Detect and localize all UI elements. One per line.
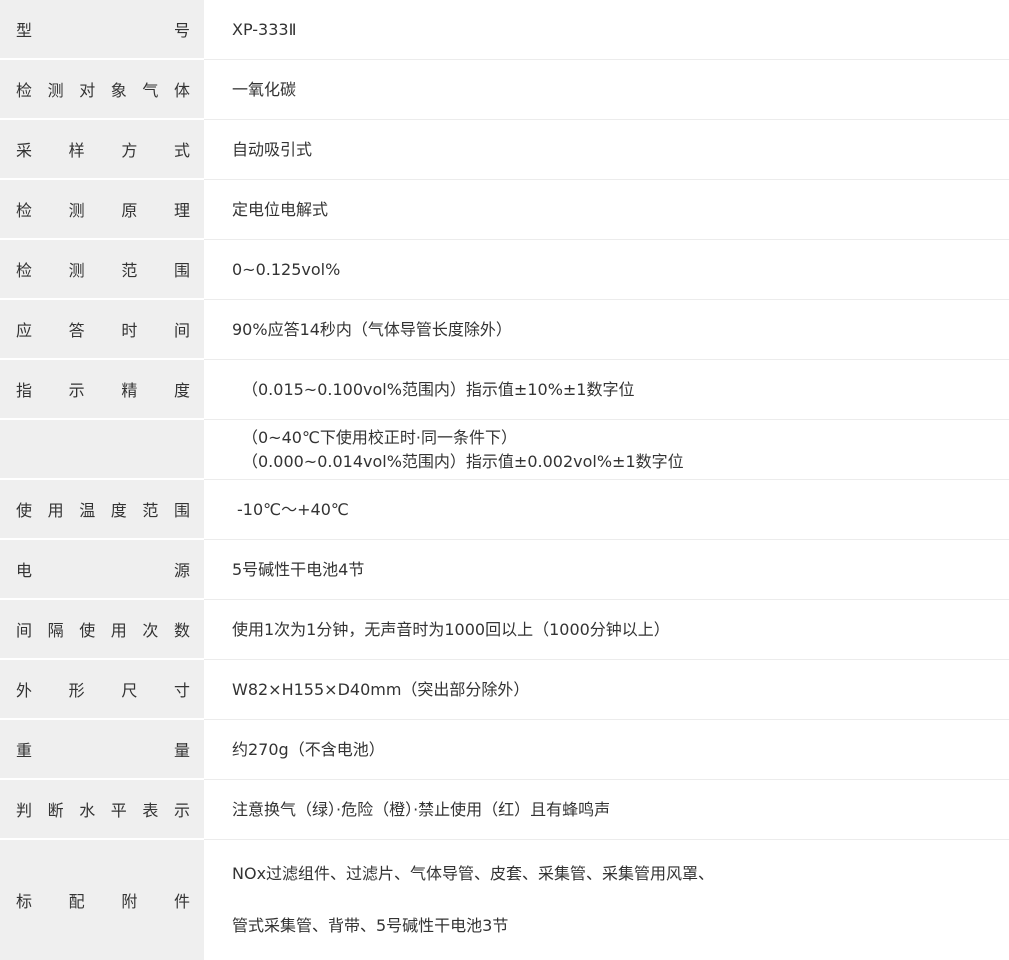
- table-row-target-gas: 检 测 对 象 气 体 一氧化碳: [0, 60, 1009, 120]
- value-cell: -10℃～+40℃: [204, 480, 1009, 540]
- label-cell: 检 测 原 理: [0, 180, 204, 240]
- label-cell: 应 答 时 间: [0, 300, 204, 360]
- value-cell: 约270g（不含电池）: [204, 720, 1009, 780]
- row-label: 标 配 附 件: [16, 892, 190, 911]
- table-row-accessories: 标 配 附 件 NOx过滤组件、过滤片、气体导管、皮套、采集管、采集管用风罩、 …: [0, 840, 1009, 960]
- spec-table: 型 号 XP-333Ⅱ 检 测 对 象 气 体 一氧化碳 采 样 方 式 自动吸…: [0, 0, 1009, 960]
- row-value: 约270g（不含电池）: [232, 739, 385, 759]
- table-row-alarm-display: 判 断 水 平 表 示 注意换气（绿）·危险（橙）·禁止使用（红）且有蜂鸣声: [0, 780, 1009, 840]
- value-cell: 一氧化碳: [204, 60, 1009, 120]
- label-cell: 检 测 范 围: [0, 240, 204, 300]
- row-label: 检 测 范 围: [16, 261, 190, 280]
- value-cell: 0~0.125vol%: [204, 240, 1009, 300]
- table-row-sampling: 采 样 方 式 自动吸引式: [0, 120, 1009, 180]
- row-label: 间 隔 使 用 次 数: [16, 621, 190, 640]
- row-value: 使用1次为1分钟，无声音时为1000回以上（1000分钟以上）: [232, 619, 670, 639]
- row-label: 重 量: [16, 741, 190, 760]
- row-value: XP-333Ⅱ: [232, 19, 297, 39]
- label-cell: 采 样 方 式: [0, 120, 204, 180]
- row-label: 检 测 对 象 气 体: [16, 81, 190, 100]
- label-cell: 使 用 温 度 范 围: [0, 480, 204, 540]
- row-label: 应 答 时 间: [16, 321, 190, 340]
- label-cell: 外 形 尺 寸: [0, 660, 204, 720]
- row-value-line-2: （0.000~0.014vol%范围内）指示值±0.002vol%±1数字位: [242, 451, 684, 471]
- value-cell: （0.015~0.100vol%范围内）指示值±10%±1数字位: [204, 360, 1009, 420]
- row-label: 检 测 原 理: [16, 201, 190, 220]
- table-row-accuracy-continued: （0~40℃下使用校正时·同一条件下） （0.000~0.014vol%范围内）…: [0, 420, 1009, 480]
- row-value: 注意换气（绿）·危险（橙）·禁止使用（红）且有蜂鸣声: [232, 799, 611, 819]
- row-label: 指 示 精 度: [16, 381, 190, 400]
- row-value: 5号碱性干电池4节: [232, 559, 365, 579]
- label-cell: 重 量: [0, 720, 204, 780]
- row-value: -10℃～+40℃: [237, 499, 349, 519]
- row-label: 采 样 方 式: [16, 141, 190, 160]
- table-row-power: 电 源 5号碱性干电池4节: [0, 540, 1009, 600]
- value-cell: 使用1次为1分钟，无声音时为1000回以上（1000分钟以上）: [204, 600, 1009, 660]
- row-value: 90%应答14秒内（气体导管长度除外）: [232, 319, 512, 339]
- label-cell: 间 隔 使 用 次 数: [0, 600, 204, 660]
- row-label: 使 用 温 度 范 围: [16, 501, 190, 520]
- label-cell: 型 号: [0, 0, 204, 60]
- value-cell: 定电位电解式: [204, 180, 1009, 240]
- row-value-line-1: NOx过滤组件、过滤片、气体导管、皮套、采集管、采集管用风罩、: [232, 864, 715, 883]
- value-cell: 自动吸引式: [204, 120, 1009, 180]
- row-value-line-1: （0~40℃下使用校正时·同一条件下）: [242, 427, 518, 447]
- table-row-temperature: 使 用 温 度 范 围 -10℃～+40℃: [0, 480, 1009, 540]
- table-row-principle: 检 测 原 理 定电位电解式: [0, 180, 1009, 240]
- row-label: 电 源: [16, 561, 190, 580]
- row-label: 外 形 尺 寸: [16, 681, 190, 700]
- value-cell: 90%应答14秒内（气体导管长度除外）: [204, 300, 1009, 360]
- label-cell: 检 测 对 象 气 体: [0, 60, 204, 120]
- row-label: 判 断 水 平 表 示: [16, 801, 190, 820]
- label-cell: 判 断 水 平 表 示: [0, 780, 204, 840]
- row-value: 一氧化碳: [232, 79, 297, 99]
- label-cell: 指 示 精 度: [0, 360, 204, 420]
- value-cell: XP-333Ⅱ: [204, 0, 1009, 60]
- value-cell: 注意换气（绿）·危险（橙）·禁止使用（红）且有蜂鸣声: [204, 780, 1009, 840]
- row-value: （0.015~0.100vol%范围内）指示值±10%±1数字位: [242, 379, 635, 399]
- value-cell: 5号碱性干电池4节: [204, 540, 1009, 600]
- row-value: W82×H155×D40mm（突出部分除外）: [232, 679, 530, 699]
- table-row-usage-count: 间 隔 使 用 次 数 使用1次为1分钟，无声音时为1000回以上（1000分钟…: [0, 600, 1009, 660]
- table-row-response-time: 应 答 时 间 90%应答14秒内（气体导管长度除外）: [0, 300, 1009, 360]
- label-cell: 电 源: [0, 540, 204, 600]
- value-cell: （0~40℃下使用校正时·同一条件下） （0.000~0.014vol%范围内）…: [204, 420, 1009, 480]
- row-value: 自动吸引式: [232, 139, 313, 159]
- label-cell: 标 配 附 件: [0, 840, 204, 960]
- table-row-model: 型 号 XP-333Ⅱ: [0, 0, 1009, 60]
- value-cell: W82×H155×D40mm（突出部分除外）: [204, 660, 1009, 720]
- row-label: 型 号: [16, 21, 190, 40]
- row-value: 0~0.125vol%: [232, 259, 341, 279]
- table-row-accuracy: 指 示 精 度 （0.015~0.100vol%范围内）指示值±10%±1数字位: [0, 360, 1009, 420]
- row-value-line-2: 管式采集管、背带、5号碱性干电池3节: [232, 916, 509, 935]
- label-cell-empty: [0, 420, 204, 480]
- value-cell: NOx过滤组件、过滤片、气体导管、皮套、采集管、采集管用风罩、 管式采集管、背带…: [204, 840, 1009, 960]
- table-row-dimensions: 外 形 尺 寸 W82×H155×D40mm（突出部分除外）: [0, 660, 1009, 720]
- row-value: 定电位电解式: [232, 199, 329, 219]
- table-row-range: 检 测 范 围 0~0.125vol%: [0, 240, 1009, 300]
- table-row-weight: 重 量 约270g（不含电池）: [0, 720, 1009, 780]
